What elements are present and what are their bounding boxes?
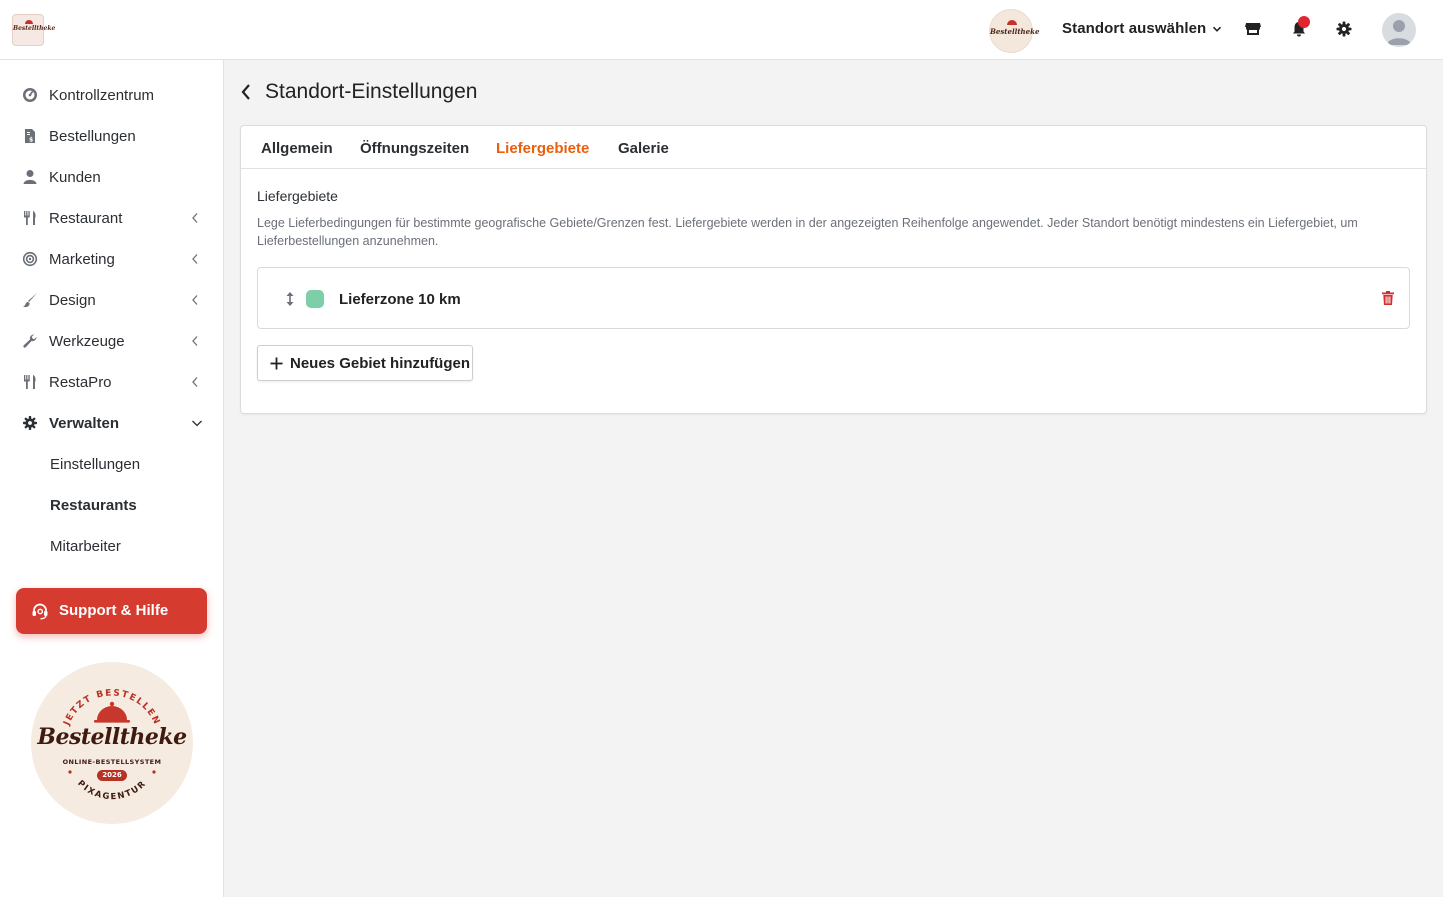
chevron-left-icon	[192, 213, 198, 223]
tab-oeffnungszeiten[interactable]: Öffnungszeiten	[360, 140, 469, 157]
sidebar-item-label: Marketing	[49, 251, 115, 268]
gear-icon	[23, 416, 37, 430]
chevron-down-icon	[192, 420, 202, 427]
gear-icon[interactable]	[1335, 20, 1353, 38]
back-arrow-icon[interactable]	[240, 83, 252, 101]
chevron-down-icon	[1213, 26, 1222, 32]
add-zone-button-label: Neues Gebiet hinzufügen	[290, 355, 471, 372]
delivery-zone-row[interactable]: Lieferzone 10 km	[257, 267, 1410, 329]
location-selector[interactable]: Standort auswählen	[1062, 20, 1222, 37]
notification-badge	[1298, 16, 1310, 28]
location-logo[interactable]: Bestelltheke	[989, 9, 1040, 53]
section-title: Liefergebiete	[257, 188, 338, 204]
sidebar-subitem-einstellungen[interactable]: Einstellungen	[50, 456, 140, 473]
sidebar-item-label: Restaurant	[49, 210, 123, 227]
chevron-left-icon	[192, 377, 198, 387]
svg-text:$: $	[29, 137, 33, 144]
seal-year-badge: 2026	[97, 770, 127, 781]
cloche-icon	[1007, 20, 1017, 25]
seal-arc-bottom: PIXAGENTUR	[75, 779, 148, 803]
cutlery-icon	[24, 211, 36, 225]
wrench-icon	[23, 334, 37, 348]
user-icon	[23, 170, 37, 184]
sidebar-item-marketing[interactable]: Marketing	[0, 238, 223, 279]
user-avatar-icon[interactable]	[1382, 13, 1416, 47]
sidebar-subitem-restaurants[interactable]: Restaurants	[50, 497, 137, 514]
plus-icon	[270, 357, 283, 370]
chevron-left-icon	[192, 336, 198, 346]
section-description: Lege Lieferbedingungen für bestimmte geo…	[257, 216, 1358, 248]
sidebar-item-bestellungen[interactable]: $ Bestellungen	[0, 115, 223, 156]
support-button[interactable]: Support & Hilfe	[16, 588, 207, 634]
tab-liefergebiete[interactable]: Liefergebiete	[496, 140, 589, 157]
location-selector-label: Standort auswählen	[1062, 20, 1207, 37]
page-title: Standort-Einstellungen	[265, 80, 478, 103]
cloche-icon	[25, 20, 33, 24]
sidebar-item-werkzeuge[interactable]: Werkzeuge	[0, 320, 223, 361]
chevron-left-icon	[192, 254, 198, 264]
app-logo-text: Bestelltheke	[13, 25, 56, 32]
dashboard-icon	[23, 88, 37, 102]
tab-allgemein[interactable]: Allgemein	[261, 140, 333, 157]
cloche-icon	[94, 701, 130, 723]
sidebar-item-restapro[interactable]: RestaPro	[0, 361, 223, 402]
sidebar-item-verwalten[interactable]: Verwalten	[0, 402, 223, 443]
seal-brand-name: Bestelltheke	[37, 724, 187, 750]
zone-name[interactable]: Lieferzone 10 km	[339, 291, 461, 308]
settings-card: Allgemein Öffnungszeiten Liefergebiete G…	[240, 125, 1427, 414]
sidebar-item-label: Werkzeuge	[49, 333, 125, 350]
headset-icon	[32, 603, 48, 620]
chevron-left-icon	[192, 295, 198, 305]
drag-handle-icon[interactable]	[285, 291, 295, 307]
sidebar-item-kunden[interactable]: Kunden	[0, 156, 223, 197]
cutlery-icon	[24, 375, 36, 389]
app-logo[interactable]: Bestelltheke	[12, 14, 56, 46]
zone-color-swatch	[306, 290, 324, 308]
sidebar-item-kontrollzentrum[interactable]: Kontrollzentrum	[0, 74, 223, 115]
add-zone-button[interactable]: Neues Gebiet hinzufügen	[257, 345, 473, 381]
support-button-label: Support & Hilfe	[59, 602, 169, 619]
tab-bar: Allgemein Öffnungszeiten Liefergebiete G…	[241, 126, 1426, 169]
sidebar: Kontrollzentrum $ Bestellungen Kunden Re…	[0, 60, 224, 897]
trash-icon[interactable]	[1381, 290, 1395, 306]
brand-seal-logo: JETZT BESTELLEN PIXAGENTUR Bestelltheke …	[31, 662, 193, 824]
sidebar-item-label: Kontrollzentrum	[49, 87, 155, 104]
target-icon	[22, 251, 38, 267]
tab-galerie[interactable]: Galerie	[618, 140, 669, 157]
sidebar-item-design[interactable]: Design	[0, 279, 223, 320]
sidebar-item-label: Verwalten	[49, 415, 120, 432]
sidebar-subitem-mitarbeiter[interactable]: Mitarbeiter	[50, 538, 121, 555]
store-icon[interactable]	[1244, 20, 1262, 38]
sidebar-item-label: Design	[49, 292, 96, 309]
top-bar: Bestelltheke Bestelltheke Standort auswä…	[0, 0, 1443, 60]
sidebar-item-label: Bestellungen	[49, 128, 136, 145]
sidebar-item-restaurant[interactable]: Restaurant	[0, 197, 223, 238]
brush-icon	[23, 293, 37, 308]
invoice-icon: $	[25, 129, 35, 144]
location-logo-text: Bestelltheke	[990, 27, 1040, 36]
sidebar-item-label: Kunden	[49, 169, 101, 186]
seal-subtitle: ONLINE-BESTELLSYSTEM	[62, 758, 162, 766]
sidebar-item-label: RestaPro	[49, 374, 112, 391]
